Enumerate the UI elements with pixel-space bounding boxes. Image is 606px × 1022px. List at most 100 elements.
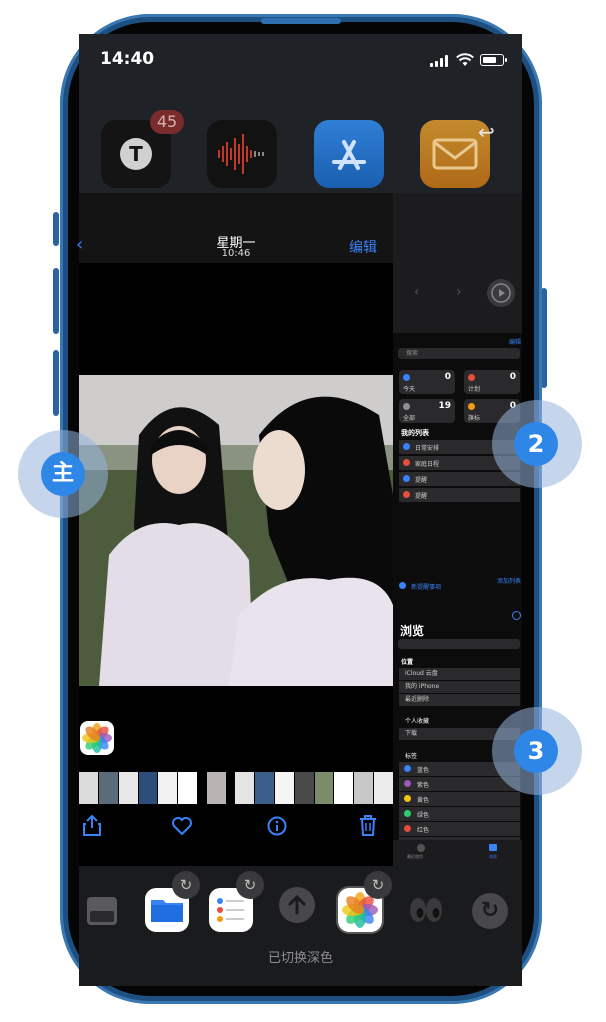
thumbnail[interactable]: [314, 772, 334, 804]
tag-dot: [404, 825, 411, 832]
list-label: 家庭日程: [415, 461, 440, 468]
plus-icon: [399, 582, 406, 589]
number-2-button[interactable]: 2: [492, 400, 582, 488]
play-icon[interactable]: [487, 279, 515, 307]
thumbnail[interactable]: [334, 772, 354, 804]
list-label: 提醒: [415, 493, 428, 500]
upload-arrow-icon[interactable]: [279, 887, 315, 923]
list-label: 日常安排: [415, 445, 440, 452]
thumbnail[interactable]: [178, 772, 198, 804]
heart-icon[interactable]: [172, 817, 192, 840]
list-item[interactable]: 提醒: [399, 488, 520, 502]
tag-item[interactable]: 红色: [399, 822, 520, 836]
tag-dot: [404, 765, 411, 772]
thumbnail[interactable]: [226, 772, 235, 804]
voice-memos-icon[interactable]: [207, 120, 277, 188]
thumbnail[interactable]: [206, 772, 226, 804]
rotate-icon[interactable]: ↻: [472, 893, 508, 929]
tags-header: 标签: [405, 753, 418, 760]
edit-button[interactable]: 编辑: [349, 237, 377, 257]
thumbnail[interactable]: [294, 772, 314, 804]
location-item[interactable]: iCloud 云盘: [399, 668, 520, 680]
refresh-icon[interactable]: ↻: [172, 871, 200, 899]
all-card[interactable]: 全部 19: [399, 399, 455, 423]
status-time: 14:40: [100, 49, 155, 69]
card-count: 19: [438, 401, 451, 411]
today-card[interactable]: 今天 0: [399, 370, 455, 394]
list-icon: [403, 475, 410, 482]
trash-icon[interactable]: [359, 815, 377, 841]
new-reminder-button[interactable]: 新提醒事项: [399, 574, 441, 593]
reminders-edit-button[interactable]: 编辑: [509, 337, 521, 346]
list-item[interactable]: 提醒: [399, 472, 520, 486]
location-item[interactable]: 最近删除: [399, 694, 520, 706]
window-icon[interactable]: [87, 897, 117, 925]
dark-mode-status-text: 已切换深色: [267, 951, 333, 966]
thumbnail[interactable]: [118, 772, 138, 804]
all-icon: [403, 403, 410, 410]
more-icon[interactable]: [512, 611, 521, 620]
scheduled-card[interactable]: 计划 0: [464, 370, 520, 394]
browse-tab-label: 浏览: [489, 854, 497, 859]
info-icon[interactable]: [267, 816, 287, 841]
thumbnail[interactable]: [98, 772, 118, 804]
thumbnail[interactable]: [354, 772, 374, 804]
action-button: [53, 212, 59, 246]
card-label: 计划: [468, 386, 481, 393]
card-label: 全部: [403, 415, 416, 422]
card-count: 0: [509, 372, 516, 382]
thumbnail[interactable]: [198, 772, 206, 804]
back-arrow-icon[interactable]: ↩: [478, 120, 495, 144]
thumbnail[interactable]: [79, 772, 98, 804]
refresh-icon[interactable]: ↻: [236, 871, 264, 899]
thumbnail-strip[interactable]: [79, 772, 393, 804]
number-3-label: 3: [514, 729, 558, 773]
reminders-search-input[interactable]: 搜索: [398, 348, 520, 359]
tag-label: 绿色: [417, 812, 430, 819]
thumbnail[interactable]: [374, 772, 393, 804]
recents-tab-icon[interactable]: [417, 844, 425, 852]
tag-item[interactable]: 绿色: [399, 807, 520, 821]
volume-up-button: [53, 268, 59, 334]
add-list-button[interactable]: 添加列表: [497, 576, 521, 585]
home-floating-button[interactable]: 主: [18, 430, 108, 518]
share-icon[interactable]: [83, 814, 101, 841]
photos-app-icon[interactable]: [80, 721, 114, 755]
favorites-header: 个人收藏: [405, 718, 430, 725]
thumbnail[interactable]: [235, 772, 254, 804]
tag-dot: [404, 810, 411, 817]
eyes-icon[interactable]: [408, 896, 444, 928]
files-search-input[interactable]: [398, 639, 520, 649]
battery-icon: [480, 54, 507, 66]
recents-tab-label: 最近使用: [407, 854, 423, 859]
cellular-signal-icon: [430, 55, 450, 67]
thumbnail[interactable]: [254, 772, 274, 804]
location-item[interactable]: 我的 iPhone: [399, 681, 520, 693]
music-widget[interactable]: [393, 193, 522, 333]
browse-tab-icon[interactable]: [489, 844, 497, 851]
back-chevron-icon[interactable]: ‹: [76, 234, 83, 255]
new-reminder-label: 新提醒事项: [411, 584, 442, 591]
tag-label: 红色: [417, 827, 430, 834]
list-icon: [403, 491, 410, 498]
refresh-icon[interactable]: ↻: [364, 871, 392, 899]
thumbnail[interactable]: [138, 772, 158, 804]
next-track-icon[interactable]: ›: [456, 284, 462, 300]
reminders-search-placeholder: 搜索: [406, 350, 419, 357]
scheduled-icon: [468, 374, 475, 381]
my-lists-header: 我的列表: [401, 429, 429, 437]
card-count: 0: [444, 372, 451, 382]
thumbnail[interactable]: [158, 772, 178, 804]
tag-item[interactable]: 黄色: [399, 792, 520, 806]
number-3-button[interactable]: 3: [492, 707, 582, 795]
app-store-icon[interactable]: [314, 120, 384, 188]
photo-image[interactable]: [79, 375, 393, 686]
thumbnail[interactable]: [274, 772, 294, 804]
tag-label: 蓝色: [417, 767, 430, 774]
today-icon: [403, 374, 410, 381]
prev-track-icon[interactable]: ‹: [414, 284, 420, 300]
tag-label: 紫色: [417, 782, 430, 789]
wifi-icon: [456, 53, 474, 66]
tag-dot: [404, 795, 411, 802]
list-icon: [403, 459, 410, 466]
